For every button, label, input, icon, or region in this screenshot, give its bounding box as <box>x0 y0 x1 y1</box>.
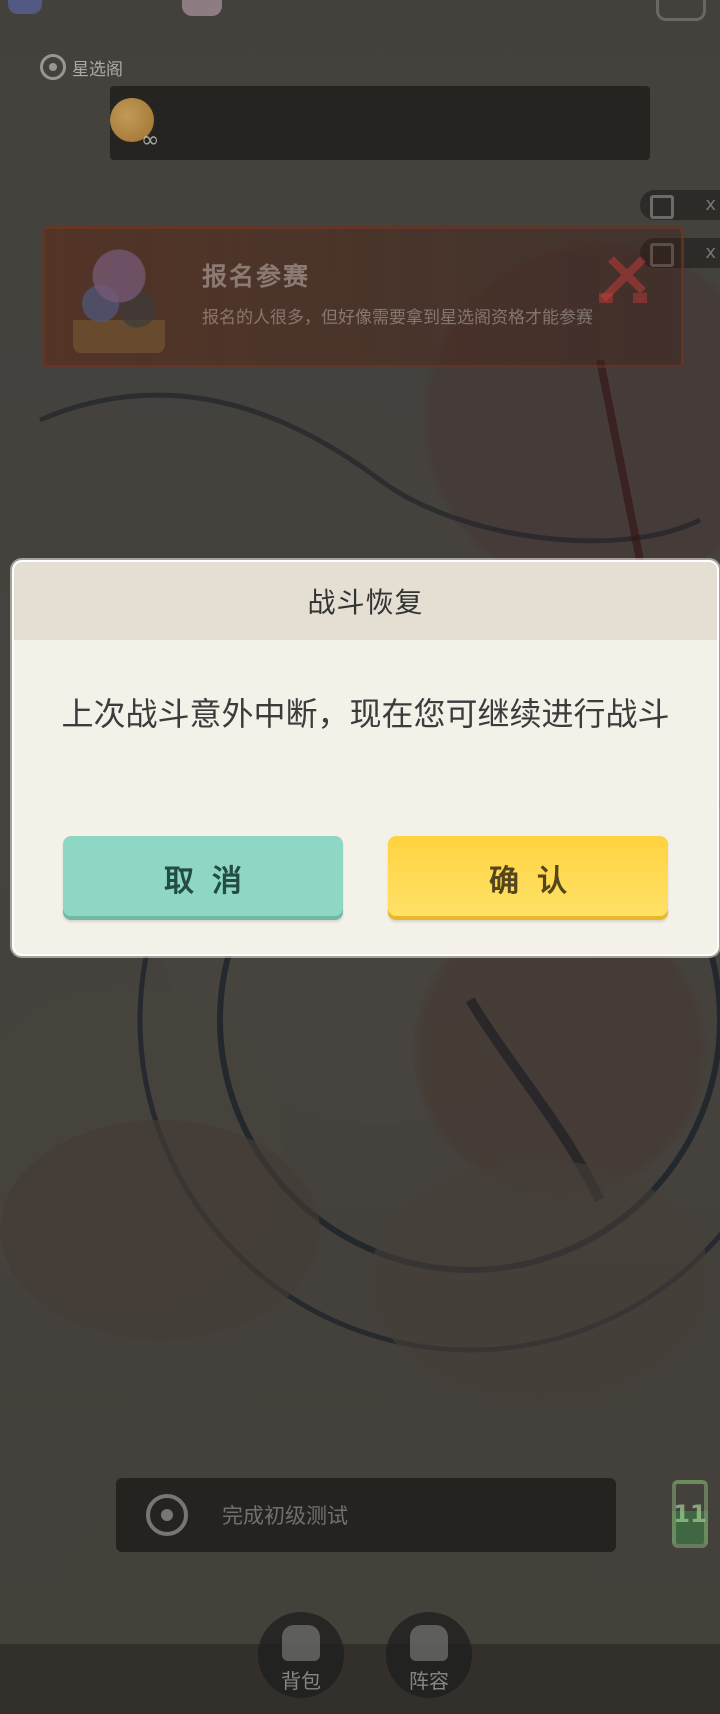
dialog-message: 上次战斗意外中断，现在您可继续进行战斗 <box>61 695 670 733</box>
battery-value: 11 <box>673 1500 707 1528</box>
quest-description: 报名的人很多，但好像需要拿到星选阁资格才能参赛 <box>202 308 593 328</box>
shop-icon[interactable] <box>182 0 222 16</box>
location-label: 星选阁 <box>72 59 123 80</box>
quest-characters-image <box>73 243 165 353</box>
tab-backpack-label: 背包 <box>281 1669 321 1693</box>
location-pin-icon <box>146 1494 188 1536</box>
infinity-icon: ∞ <box>141 128 160 153</box>
battle-recovery-dialog: 战斗恢复 上次战斗意外中断，现在您可继续进行战斗 取消 确认 <box>12 560 719 956</box>
quest-title: 报名参赛 <box>202 262 311 291</box>
tab-lineup-label: 阵容 <box>409 1669 449 1693</box>
tab-lineup[interactable]: 阵容 <box>386 1612 472 1698</box>
dialog-header: 战斗恢复 <box>14 562 717 640</box>
cancel-button-label: 取消 <box>164 864 260 899</box>
location-pin-icon <box>40 54 66 80</box>
bottom-nav-strip <box>0 1644 720 1714</box>
location-indicator: 星选阁 <box>40 54 123 80</box>
side-button-1[interactable]: x <box>640 190 720 220</box>
crossed-swords-icon <box>599 256 647 303</box>
quest-card[interactable]: 报名参赛 报名的人很多，但好像需要拿到星选阁资格才能参赛 <box>42 226 684 368</box>
mission-text: 完成初级测试 <box>222 1504 348 1528</box>
currency-gem-icon <box>8 0 42 14</box>
tab-backpack[interactable]: 背包 <box>258 1612 344 1698</box>
confirm-button[interactable]: 确认 <box>388 836 668 920</box>
side-button-1-label: x <box>705 194 716 215</box>
refresh-icon[interactable] <box>656 0 706 21</box>
cancel-button[interactable]: 取消 <box>63 836 343 920</box>
team-icon <box>410 1625 448 1661</box>
backpack-icon <box>282 1625 320 1661</box>
mission-bar[interactable]: 完成初级测试 <box>116 1478 616 1552</box>
side-button-2-label: x <box>705 242 716 263</box>
add-icon <box>650 195 674 219</box>
confirm-button-label: 确认 <box>489 864 585 899</box>
chat-bar[interactable] <box>110 86 650 160</box>
dialog-title: 战斗恢复 <box>307 586 424 619</box>
